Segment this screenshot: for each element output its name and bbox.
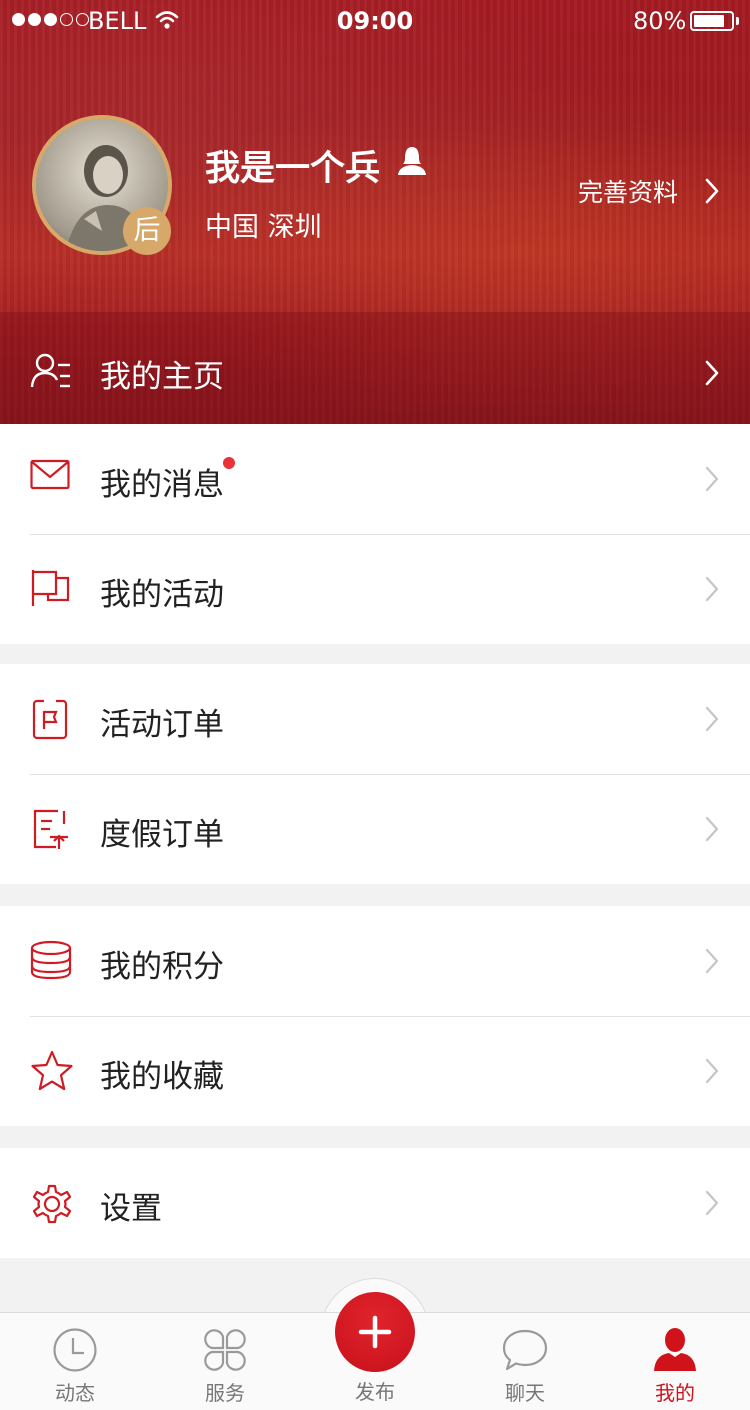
chevron-right-icon (705, 1058, 719, 1084)
menu-item-settings[interactable]: 设置 (0, 1148, 750, 1258)
chevron-right-icon (705, 360, 719, 386)
person-icon (654, 1328, 696, 1371)
menu-group-1: 我的消息 我的活动 (0, 424, 750, 644)
menu-item-points[interactable]: 我的积分 (0, 906, 750, 1016)
tab-label: 聊天 (505, 1381, 545, 1405)
chevron-right-icon (705, 466, 719, 492)
location: 中国 深圳 (205, 212, 322, 243)
menu-item-favorites[interactable]: 我的收藏 (0, 1016, 750, 1126)
menu-label: 活动订单 (100, 707, 224, 743)
tab-publish-label: 发布 (355, 1380, 395, 1404)
tab-mine[interactable]: 我的 (600, 1313, 750, 1410)
menu-group-3: 我的积分 我的收藏 (0, 906, 750, 1126)
menu-label: 设置 (100, 1191, 162, 1227)
menu-item-activities[interactable]: 我的活动 (0, 534, 750, 644)
unread-dot (223, 457, 235, 469)
tab-feed[interactable]: 动态 (0, 1313, 150, 1410)
publish-button[interactable] (335, 1292, 415, 1372)
plus-icon (358, 1315, 392, 1349)
tab-services[interactable]: 服务 (150, 1313, 300, 1410)
menu-label: 我的积分 (100, 949, 224, 985)
coins-stack-icon (30, 940, 72, 980)
nickname: 我是一个兵 (205, 149, 381, 189)
star-icon (31, 1050, 73, 1091)
mail-icon (30, 459, 70, 490)
status-bar: BELL 09:00 80% (0, 0, 750, 40)
tab-label: 服务 (205, 1381, 245, 1405)
menu-item-activity-orders[interactable]: 活动订单 (0, 664, 750, 774)
menu-label: 我的收藏 (100, 1059, 224, 1095)
my-homepage-label: 我的主页 (100, 359, 224, 395)
battery-tip (736, 17, 739, 25)
female-user-icon (398, 147, 426, 175)
flag-icon (31, 570, 70, 606)
battery-icon (690, 11, 734, 31)
clock-icon (53, 1328, 97, 1372)
gear-icon (32, 1184, 72, 1224)
chevron-right-icon (705, 576, 719, 602)
chevron-right-icon (705, 706, 719, 732)
my-homepage-row[interactable]: 我的主页 (0, 318, 750, 424)
tab-label: 动态 (55, 1381, 95, 1405)
chevron-right-icon (705, 1190, 719, 1216)
clipboard-flag-icon (32, 699, 68, 740)
edit-profile-link[interactable]: 完善资料 (578, 173, 678, 209)
tab-chat[interactable]: 聊天 (450, 1313, 600, 1410)
four-petal-icon (204, 1329, 246, 1371)
chevron-right-icon[interactable] (704, 178, 720, 204)
chevron-right-icon (705, 816, 719, 842)
chat-bubble-icon (502, 1329, 548, 1371)
avatar-badge: 后 (123, 207, 171, 255)
menu-label: 度假订单 (100, 817, 224, 853)
battery-percent: 80% (633, 7, 687, 35)
menu-item-vacation-orders[interactable]: 度假订单 (0, 774, 750, 884)
menu-label: 我的消息 (100, 467, 224, 503)
menu-label: 我的活动 (100, 577, 224, 613)
document-upload-icon (33, 809, 68, 849)
menu-group-4: 设置 (0, 1148, 750, 1258)
person-list-icon (30, 353, 70, 388)
chevron-right-icon (705, 948, 719, 974)
menu-item-messages[interactable]: 我的消息 (0, 424, 750, 534)
tab-label: 我的 (655, 1381, 695, 1405)
menu-group-2: 活动订单 度假订单 (0, 664, 750, 884)
